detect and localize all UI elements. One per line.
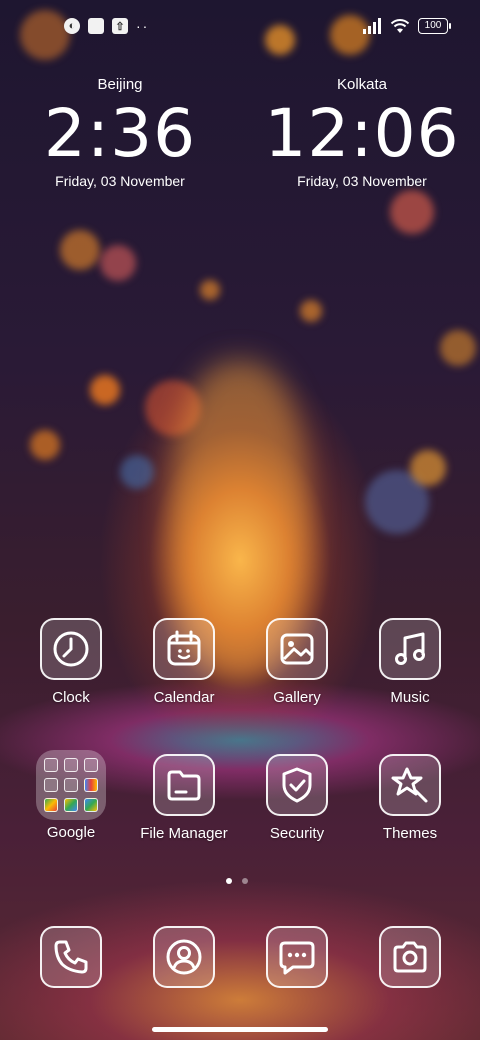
bokeh-light xyxy=(60,230,100,270)
app-label: File Manager xyxy=(140,825,228,842)
app-folder-google[interactable]: Google xyxy=(15,750,127,841)
bokeh-light xyxy=(440,330,476,366)
app-label: Music xyxy=(390,689,430,706)
more-notifications-indicator: ·· xyxy=(136,18,150,34)
bokeh-light xyxy=(100,245,136,281)
files-mini-icon xyxy=(84,778,98,792)
contacts-icon xyxy=(153,926,215,988)
status-bar-system: 100 xyxy=(362,18,451,34)
bokeh-light xyxy=(410,450,446,486)
bokeh-light xyxy=(120,455,154,489)
app-file-manager[interactable]: File Manager xyxy=(128,754,240,842)
bokeh-light xyxy=(90,375,120,405)
drive-mini-icon xyxy=(84,798,98,812)
google-folder-icon xyxy=(36,750,106,820)
clock-time: 2:36 xyxy=(43,95,197,172)
world-clock-kolkata[interactable]: Kolkata 12:06 Friday, 03 November xyxy=(262,76,462,189)
clock-city: Beijing xyxy=(97,76,143,93)
app-music[interactable]: Music xyxy=(354,618,466,706)
camera-icon xyxy=(379,926,441,988)
duo-mini-icon xyxy=(64,798,78,812)
gallery-icon xyxy=(266,618,328,680)
page-dot xyxy=(242,878,248,884)
upload-icon: ⇧ xyxy=(112,18,128,34)
dock-camera[interactable] xyxy=(354,926,466,988)
meet-mini-icon xyxy=(64,778,78,792)
world-clock-beijing[interactable]: Beijing 2:36 Friday, 03 November xyxy=(20,76,220,189)
battery-indicator: 100 xyxy=(418,18,451,34)
status-bar: ◐ ⇧ ·· 100 xyxy=(0,0,480,56)
bokeh-light xyxy=(30,430,60,460)
themes-icon xyxy=(379,754,441,816)
calendar-icon xyxy=(153,618,215,680)
photos-mini-icon xyxy=(44,798,58,812)
messages-icon xyxy=(266,926,328,988)
bokeh-light xyxy=(390,190,434,234)
notification-icon: ◐ xyxy=(64,18,80,34)
dock-messages[interactable] xyxy=(241,926,353,988)
notification-icon xyxy=(88,18,104,34)
clock-time: 12:06 xyxy=(264,95,460,172)
clock-date: Friday, 03 November xyxy=(55,173,185,189)
app-security[interactable]: Security xyxy=(241,754,353,842)
youtube-mini-icon xyxy=(44,778,58,792)
gmail-mini-icon xyxy=(64,758,78,772)
app-label: Gallery xyxy=(273,689,321,706)
app-calendar[interactable]: Calendar xyxy=(128,618,240,706)
app-clock[interactable]: Clock xyxy=(15,618,127,706)
page-dot-active xyxy=(226,878,232,884)
app-label: Clock xyxy=(52,689,90,706)
page-indicator xyxy=(226,878,248,884)
clock-city: Kolkata xyxy=(336,76,388,93)
app-label: Themes xyxy=(382,825,438,842)
maps-mini-icon xyxy=(84,758,98,772)
app-gallery[interactable]: Gallery xyxy=(241,618,353,706)
bokeh-light xyxy=(300,300,322,322)
music-icon xyxy=(379,618,441,680)
dock-contacts[interactable] xyxy=(128,926,240,988)
google-app-mini-icon xyxy=(44,758,58,772)
folder-icon xyxy=(153,754,215,816)
app-label: Security xyxy=(269,825,325,842)
dock-phone[interactable] xyxy=(15,926,127,988)
app-themes[interactable]: Themes xyxy=(354,754,466,842)
phone-icon xyxy=(40,926,102,988)
clock-icon xyxy=(40,618,102,680)
app-label: Calendar xyxy=(153,689,215,706)
clock-date: Friday, 03 November xyxy=(297,173,427,189)
bokeh-light xyxy=(200,280,220,300)
status-bar-notifications: ◐ ⇧ ·· xyxy=(64,18,149,34)
wifi-icon xyxy=(390,19,410,33)
signal-icon xyxy=(363,18,381,34)
shield-icon xyxy=(266,754,328,816)
app-label: Google xyxy=(46,824,96,841)
home-gesture-bar[interactable] xyxy=(152,1027,328,1032)
